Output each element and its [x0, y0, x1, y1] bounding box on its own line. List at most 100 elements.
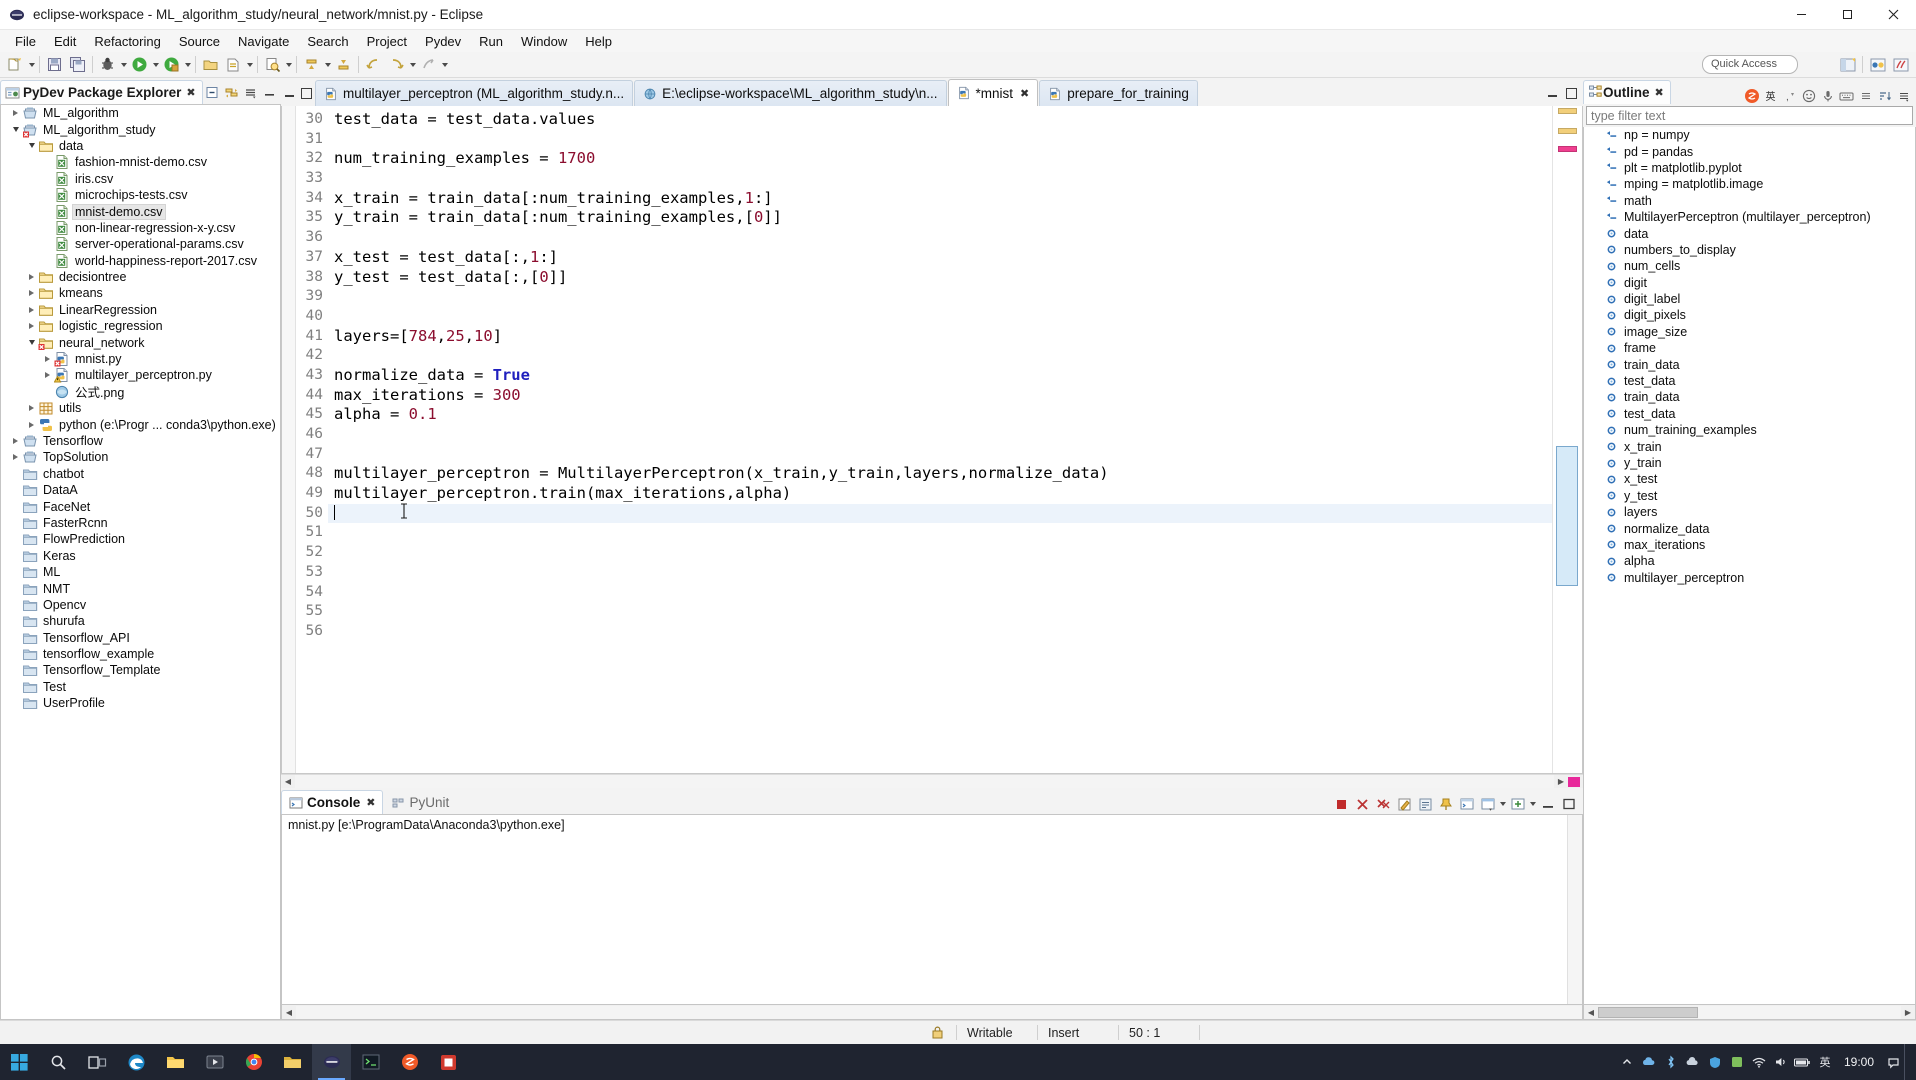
menu-project[interactable]: Project	[358, 33, 416, 50]
tree-item-tensorflow-example[interactable]: tensorflow_example	[1, 646, 280, 662]
ime-indicator-icon[interactable]: 英	[1814, 1044, 1836, 1080]
tree-item-ml-algorithm[interactable]: ML_algorithm	[1, 105, 280, 121]
forward-icon[interactable]	[386, 54, 407, 75]
minimize-button[interactable]	[1778, 0, 1824, 30]
quick-access-input[interactable]: Quick Access	[1702, 55, 1798, 74]
code-line[interactable]: x_train = train_data[:num_training_examp…	[328, 189, 1552, 209]
outline-item-mping-matplotlib-image[interactable]: mping = matplotlib.image	[1584, 176, 1915, 192]
menu-window[interactable]: Window	[512, 33, 576, 50]
chrome-icon[interactable]	[234, 1044, 273, 1080]
tree-item-fashion-mnist-demo-csv[interactable]: fashion-mnist-demo.csv	[1, 154, 280, 170]
chevron-right-icon[interactable]	[25, 422, 38, 428]
task-view-icon[interactable]	[78, 1044, 117, 1080]
save-all-icon[interactable]	[67, 54, 88, 75]
code-line[interactable]	[328, 169, 1552, 189]
code-line[interactable]	[328, 228, 1552, 248]
chevron-down-icon[interactable]	[25, 340, 38, 345]
code-line[interactable]: y_test = test_data[:,[0]]	[328, 268, 1552, 288]
overview-ruler-mark[interactable]	[1558, 108, 1577, 114]
console-horizontal-scrollbar[interactable]: ◀	[281, 1005, 1583, 1020]
console-body[interactable]: mnist.py [e:\ProgramData\Anaconda3\pytho…	[281, 814, 1583, 1005]
battery-icon[interactable]	[1792, 1044, 1814, 1080]
collapse-all-icon[interactable]	[204, 84, 221, 101]
outline-item-max-iterations[interactable]: max_iterations	[1584, 537, 1915, 553]
outline-hscroll-track[interactable]	[1698, 1005, 1901, 1019]
tree-item-non-linear-regression-x-y-csv[interactable]: non-linear-regression-x-y.csv	[1, 220, 280, 236]
outline-item-multilayer-perceptron[interactable]: multilayer_perceptron	[1584, 570, 1915, 586]
scroll-left-icon[interactable]: ◀	[1584, 1006, 1598, 1019]
code-line[interactable]: num_training_examples = 1700	[328, 149, 1552, 169]
terminal-icon[interactable]	[351, 1044, 390, 1080]
ime-language-icon[interactable]: 英	[1762, 87, 1779, 104]
editor-horizontal-scrollbar[interactable]: ◀ ▶	[281, 774, 1583, 788]
tree-item-tensorflow-template[interactable]: Tensorflow_Template	[1, 662, 280, 678]
close-icon[interactable]: ✖	[1655, 86, 1664, 99]
editor-panel-minimize-icon[interactable]	[1547, 88, 1558, 99]
folder-icon[interactable]	[273, 1044, 312, 1080]
panel-minimize-icon[interactable]	[261, 84, 278, 101]
code-line[interactable]: y_train = train_data[:num_training_examp…	[328, 208, 1552, 228]
console-vertical-scrollbar[interactable]	[1567, 815, 1582, 1004]
overview-ruler-mark[interactable]	[1558, 128, 1577, 134]
debug-icon[interactable]	[97, 54, 118, 75]
menu-pydev[interactable]: Pydev	[416, 33, 470, 50]
close-icon[interactable]: ✖	[186, 86, 195, 99]
editor-tab-e-eclipse-workspace-ml-algorithm-study-n[interactable]: E:\eclipse-workspace\ML_algorithm_study\…	[634, 80, 947, 106]
pin-console-icon[interactable]	[1436, 794, 1455, 813]
outline-horizontal-scrollbar[interactable]: ◀ ▶	[1583, 1005, 1916, 1020]
editor-tab-prepare-for-training[interactable]: prepare_for_training	[1039, 80, 1198, 106]
tree-item-decisiontree[interactable]: decisiontree	[1, 269, 280, 285]
outline-item-num-cells[interactable]: num_cells	[1584, 258, 1915, 274]
console-hscroll-track[interactable]	[296, 1005, 1582, 1019]
code-line[interactable]	[328, 130, 1552, 150]
code-line[interactable]	[328, 563, 1552, 583]
outline-item-frame[interactable]: frame	[1584, 340, 1915, 356]
chevron-right-icon[interactable]	[9, 438, 22, 444]
back-icon[interactable]	[363, 54, 384, 75]
view-menu-icon[interactable]	[242, 84, 259, 101]
tab-pydev-package-explorer[interactable]: PyDev Package Explorer ✖	[0, 80, 203, 104]
outline-item-num-training-examples[interactable]: num_training_examples	[1584, 422, 1915, 438]
search-dropdown-icon[interactable]	[284, 54, 293, 75]
outline-view-menu-icon[interactable]	[1895, 87, 1912, 104]
code-line[interactable]: multilayer_perceptron = MultilayerPercep…	[328, 464, 1552, 484]
ime-menu-icon[interactable]	[1857, 87, 1874, 104]
outline-item-alpha[interactable]: alpha	[1584, 553, 1915, 569]
chevron-right-icon[interactable]	[41, 372, 54, 378]
tree-item-tensorflow[interactable]: Tensorflow	[1, 433, 280, 449]
explorer-icon[interactable]	[156, 1044, 195, 1080]
scroll-right-icon[interactable]: ▶	[1554, 775, 1568, 788]
tree-item-chatbot[interactable]: chatbot	[1, 466, 280, 482]
code-line[interactable]: multilayer_perceptron.train(max_iteratio…	[328, 484, 1552, 504]
show-console-icon[interactable]	[1457, 794, 1476, 813]
outline-item-data[interactable]: data	[1584, 225, 1915, 241]
show-hidden-icons-icon[interactable]	[1616, 1044, 1638, 1080]
code-line[interactable]	[328, 503, 1552, 524]
edge-icon[interactable]	[117, 1044, 156, 1080]
java-perspective-icon[interactable]	[1890, 54, 1911, 75]
maximize-icon[interactable]	[1559, 794, 1578, 813]
code-line[interactable]: test_data = test_data.values	[328, 110, 1552, 130]
close-button[interactable]	[1870, 0, 1916, 30]
outline-item-train-data[interactable]: train_data	[1584, 356, 1915, 372]
debug-dropdown-icon[interactable]	[119, 54, 128, 75]
new-python-project-icon[interactable]	[200, 54, 221, 75]
tree-item-nmt[interactable]: NMT	[1, 580, 280, 596]
outline-item-numbers-to-display[interactable]: numbers_to_display	[1584, 242, 1915, 258]
sogou-icon[interactable]	[390, 1044, 429, 1080]
chevron-right-icon[interactable]	[41, 356, 54, 362]
outline-item-image-size[interactable]: image_size	[1584, 324, 1915, 340]
editor-minimize-icon[interactable]	[284, 88, 295, 99]
outline-filter-input[interactable]: type filter text	[1586, 106, 1913, 125]
outline-item-test-data[interactable]: test_data	[1584, 373, 1915, 389]
outline-tree[interactable]: np = numpy pd = pandas plt = matplotlib.py…	[1583, 127, 1916, 1005]
tree-item-utils[interactable]: utils	[1, 400, 280, 416]
tree-item-facenet[interactable]: FaceNet	[1, 498, 280, 514]
outline-item-layers[interactable]: layers	[1584, 504, 1915, 520]
tree-item-tensorflow-api[interactable]: Tensorflow_API	[1, 630, 280, 646]
search-icon[interactable]	[262, 54, 283, 75]
start-icon[interactable]	[0, 1044, 39, 1080]
chevron-right-icon[interactable]	[25, 307, 38, 313]
code-line[interactable]: x_test = test_data[:,1:]	[328, 248, 1552, 268]
next-annotation-icon[interactable]	[301, 54, 322, 75]
